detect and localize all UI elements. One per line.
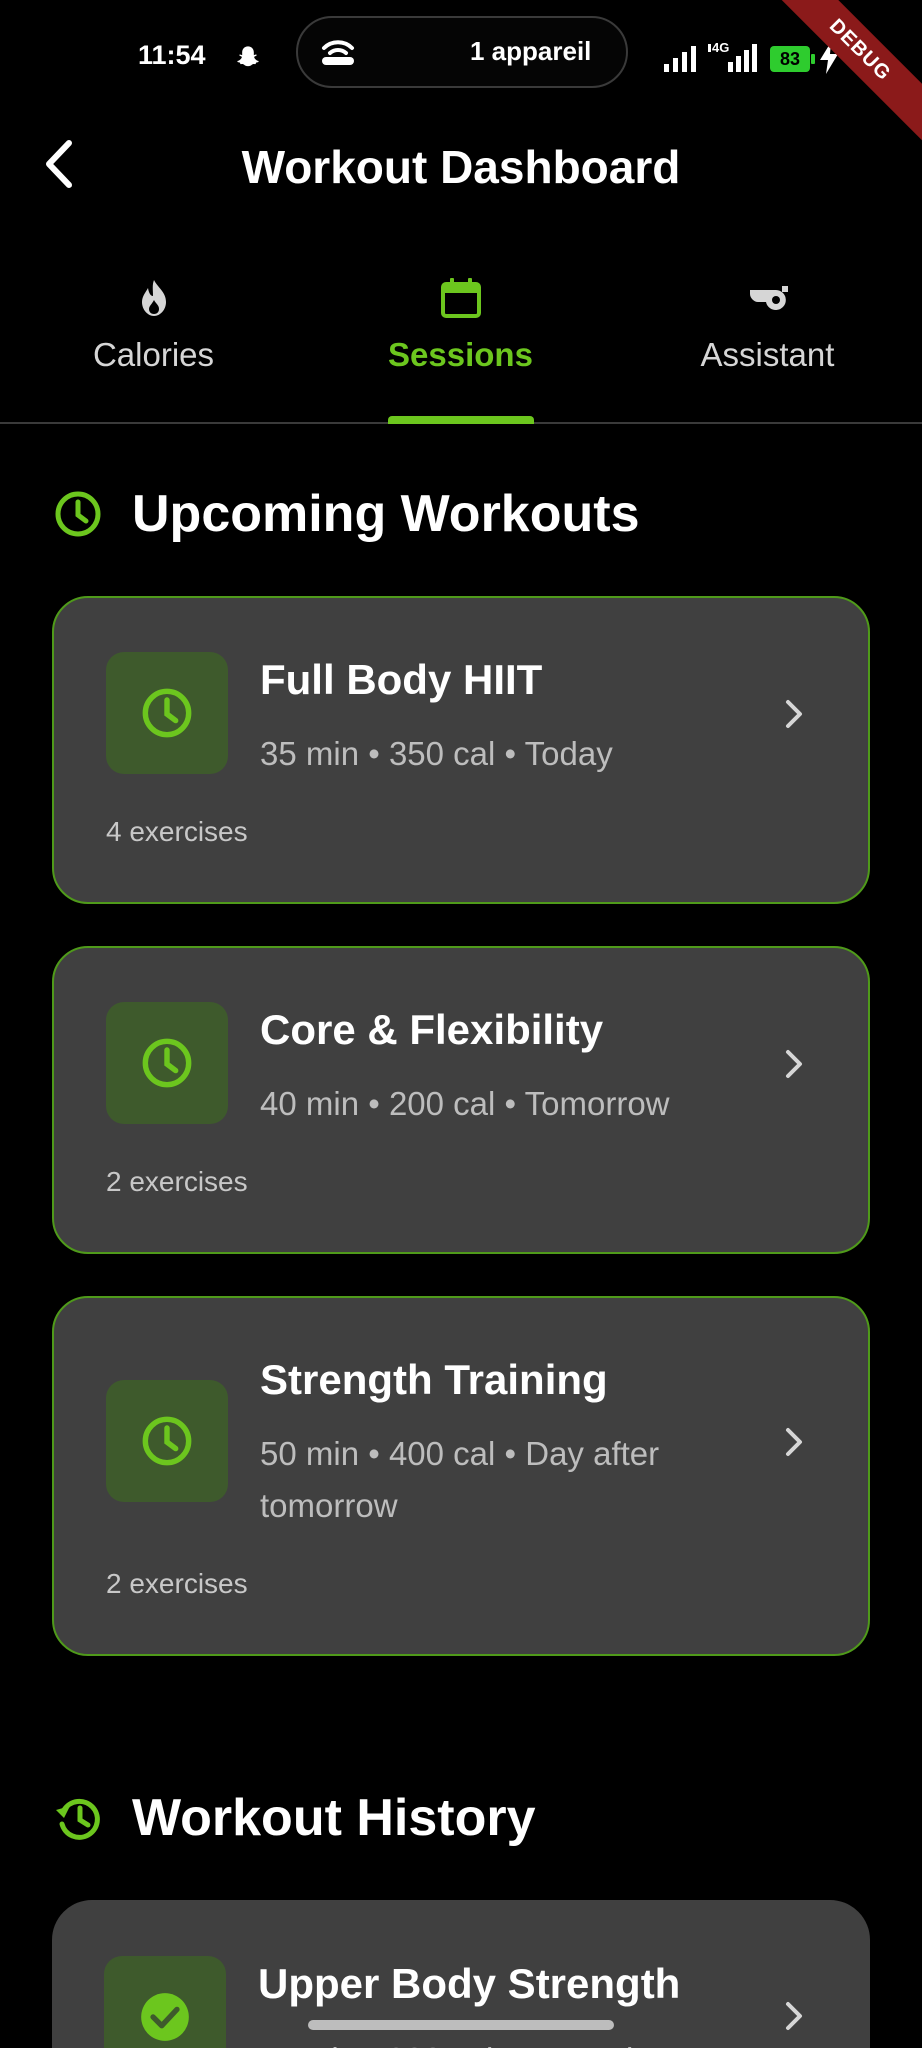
- calendar-icon: [440, 278, 481, 318]
- workout-title: Full Body HIIT: [260, 656, 543, 703]
- whistle-icon: [749, 286, 788, 310]
- workout-meta: 40 min • 200 cal • Tomorrow: [260, 1085, 670, 1122]
- clock-icon: [55, 491, 101, 537]
- status-time: 11:54: [138, 40, 206, 70]
- status-bar: 11:54 1 appareil 4G 83 DEBUG: [0, 0, 922, 149]
- home-indicator[interactable]: [308, 2020, 614, 2030]
- snapchat-icon: [237, 46, 259, 67]
- tab-assistant[interactable]: Assistant: [614, 266, 921, 424]
- workout-meta: 35 min • 350 cal • Today: [260, 735, 613, 772]
- clock-icon: [142, 1416, 192, 1466]
- hotspot-icon: [322, 40, 354, 65]
- tab-sessions[interactable]: Sessions: [307, 266, 614, 424]
- tab-label: Sessions: [388, 336, 533, 373]
- upcoming-section-header: Upcoming Workouts: [54, 484, 639, 544]
- tab-bar: Calories Sessions Assistant: [0, 266, 922, 424]
- history-icon: [56, 1798, 100, 1840]
- workout-card[interactable]: Strength Training 50 min • 400 cal • Day…: [52, 1296, 870, 1656]
- section-title: Workout History: [132, 1789, 536, 1847]
- app-bar: Workout Dashboard: [0, 120, 922, 210]
- clock-icon: [142, 1038, 192, 1088]
- workout-card[interactable]: Full Body HIIT 35 min • 350 cal • Today …: [52, 596, 870, 904]
- history-section-header: Workout History: [54, 1788, 536, 1848]
- clock-icon: [142, 688, 192, 738]
- exercise-count: 4 exercises: [106, 816, 248, 847]
- workout-card[interactable]: Core & Flexibility 40 min • 200 cal • To…: [52, 946, 870, 1254]
- exercise-count: 2 exercises: [106, 1166, 248, 1197]
- chevron-right-icon: [786, 700, 802, 728]
- workout-icon-box: [106, 1380, 228, 1502]
- history-meta: 45 min • 300 cal • Yesterday: [258, 2034, 738, 2048]
- chevron-right-icon: [786, 1050, 802, 1078]
- section-title: Upcoming Workouts: [132, 485, 640, 543]
- history-title: Upper Body Strength: [258, 1960, 681, 2007]
- tab-label: Calories: [92, 336, 215, 373]
- chevron-right-icon: [786, 2002, 802, 2030]
- history-icon-box: [104, 1956, 226, 2048]
- chevron-right-icon: [786, 1428, 802, 1456]
- active-tab-indicator: [388, 416, 534, 424]
- workout-icon-box: [106, 1002, 228, 1124]
- connected-devices-label: 1 appareil: [470, 36, 592, 66]
- exercise-count: 2 exercises: [106, 1568, 248, 1599]
- tab-label: Assistant: [700, 336, 835, 373]
- page-title: Workout Dashboard: [241, 141, 681, 193]
- workout-icon-box: [106, 652, 228, 774]
- flame-icon: [141, 280, 166, 316]
- workout-meta: 50 min • 400 cal • Day after tomorrow: [260, 1435, 660, 1524]
- check-circle-icon: [141, 1993, 189, 2041]
- workout-title: Core & Flexibility: [260, 1006, 604, 1053]
- signal-icon-secondary: [708, 44, 757, 72]
- workout-title: Strength Training: [260, 1356, 608, 1403]
- signal-icon: [664, 46, 696, 72]
- tab-calories[interactable]: Calories: [0, 266, 307, 424]
